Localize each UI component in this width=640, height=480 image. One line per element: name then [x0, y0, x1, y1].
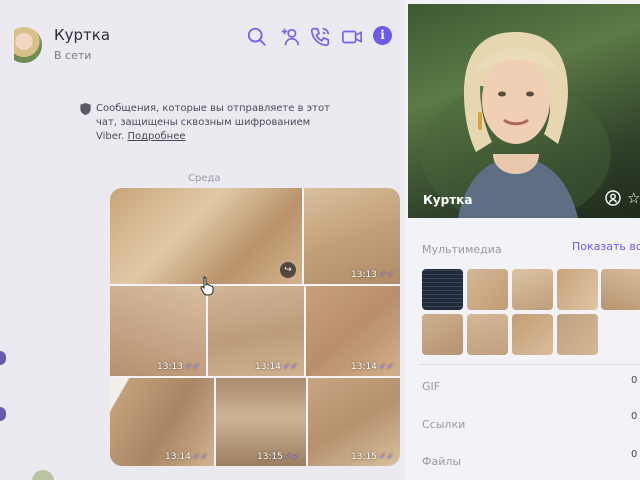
read-ticks-icon: ✓✓	[282, 362, 298, 372]
profile-photo[interactable]: Куртка ☆	[408, 4, 640, 218]
info-panel: Куртка ☆ Мультимедиа Показать все GIF 0 …	[405, 0, 640, 480]
message-time: 13:14 ✓✓	[164, 452, 208, 462]
gif-row-label[interactable]: GIF	[422, 380, 440, 393]
message-time: 13:15 ✓✓	[350, 452, 394, 462]
hand-cursor-icon	[200, 276, 214, 296]
media-title: Мультимедиа	[422, 243, 502, 256]
unread-badge	[0, 351, 6, 365]
read-ticks-icon: ✓✓	[378, 452, 394, 462]
message-time: 13:14 ✓✓	[254, 362, 298, 372]
photo-album: ↪ 13:13 ✓✓ 13:13 ✓✓ 13:14 ✓✓ 13:14 ✓✓ 13:14 ✓…	[110, 188, 400, 466]
message-time: 13:13 ✓✓	[156, 362, 200, 372]
media-thumb[interactable]	[512, 269, 553, 310]
forward-icon[interactable]: ↪	[280, 262, 296, 278]
chat-header: Куртка В сети i	[0, 0, 405, 78]
learn-more-link[interactable]: Подробнее	[127, 131, 185, 142]
message-time: 13:13 ✓✓	[350, 270, 394, 280]
show-all-link[interactable]: Показать все	[572, 240, 640, 253]
photo-tile[interactable]: 13:14 ✓✓	[208, 286, 304, 376]
photo-tile[interactable]: 13:14 ✓✓	[306, 286, 400, 376]
contact-status: В сети	[54, 49, 92, 62]
media-thumb[interactable]	[422, 269, 463, 310]
chat-list-avatar[interactable]	[32, 470, 54, 480]
photo-tile[interactable]: 13:15 ✓✓	[308, 378, 400, 466]
links-count: 0	[631, 411, 638, 422]
message-time: 13:14 ✓✓	[350, 362, 394, 372]
read-ticks-icon: ✓✓	[378, 362, 394, 372]
contact-name[interactable]: Куртка	[54, 26, 110, 44]
media-thumb[interactable]	[557, 314, 598, 355]
day-separator: Среда	[188, 173, 221, 184]
search-icon[interactable]	[246, 26, 268, 48]
add-participant-icon[interactable]	[279, 26, 301, 48]
files-row-label[interactable]: Файлы	[422, 455, 461, 468]
read-ticks-icon: ✓✓	[184, 362, 200, 372]
photo-tile[interactable]: 13:13 ✓✓	[110, 286, 206, 376]
video-call-icon[interactable]	[341, 26, 363, 48]
media-thumb[interactable]	[512, 314, 553, 355]
media-thumb[interactable]	[557, 269, 598, 310]
media-thumb[interactable]	[601, 269, 640, 310]
profile-name: Куртка	[423, 193, 473, 207]
read-ticks-icon: ✓✓	[192, 452, 208, 462]
photo-tile[interactable]: ↪	[110, 188, 302, 284]
encryption-text: Сообщения, которые вы отправляете в этот…	[96, 103, 330, 142]
photo-tile[interactable]: 13:14 ✓✓	[110, 378, 214, 466]
media-thumb[interactable]	[422, 314, 463, 355]
voice-call-icon[interactable]	[309, 26, 331, 48]
chat-list-edge	[0, 0, 14, 480]
links-row-label[interactable]: Ссылки	[422, 418, 465, 431]
gif-count: 0	[631, 375, 638, 386]
read-ticks-icon: ✓✓	[284, 452, 300, 462]
shield-icon	[80, 103, 91, 115]
photo-tile[interactable]: 13:15 ✓✓	[216, 378, 306, 466]
files-count: 0	[631, 449, 638, 460]
add-contact-icon[interactable]	[605, 190, 621, 206]
unread-badge	[0, 407, 6, 421]
read-ticks-icon: ✓✓	[378, 270, 394, 280]
star-icon[interactable]: ☆	[627, 189, 640, 207]
media-thumb[interactable]	[467, 269, 508, 310]
info-icon[interactable]: i	[373, 26, 392, 45]
chat-area: Куртка В сети i Сообщения, которые вы от…	[0, 0, 405, 480]
media-thumb[interactable]	[467, 314, 508, 355]
photo-tile[interactable]: 13:13 ✓✓	[304, 188, 400, 284]
message-time: 13:15 ✓✓	[256, 452, 300, 462]
profile-portrait	[421, 32, 611, 218]
divider	[418, 364, 640, 365]
